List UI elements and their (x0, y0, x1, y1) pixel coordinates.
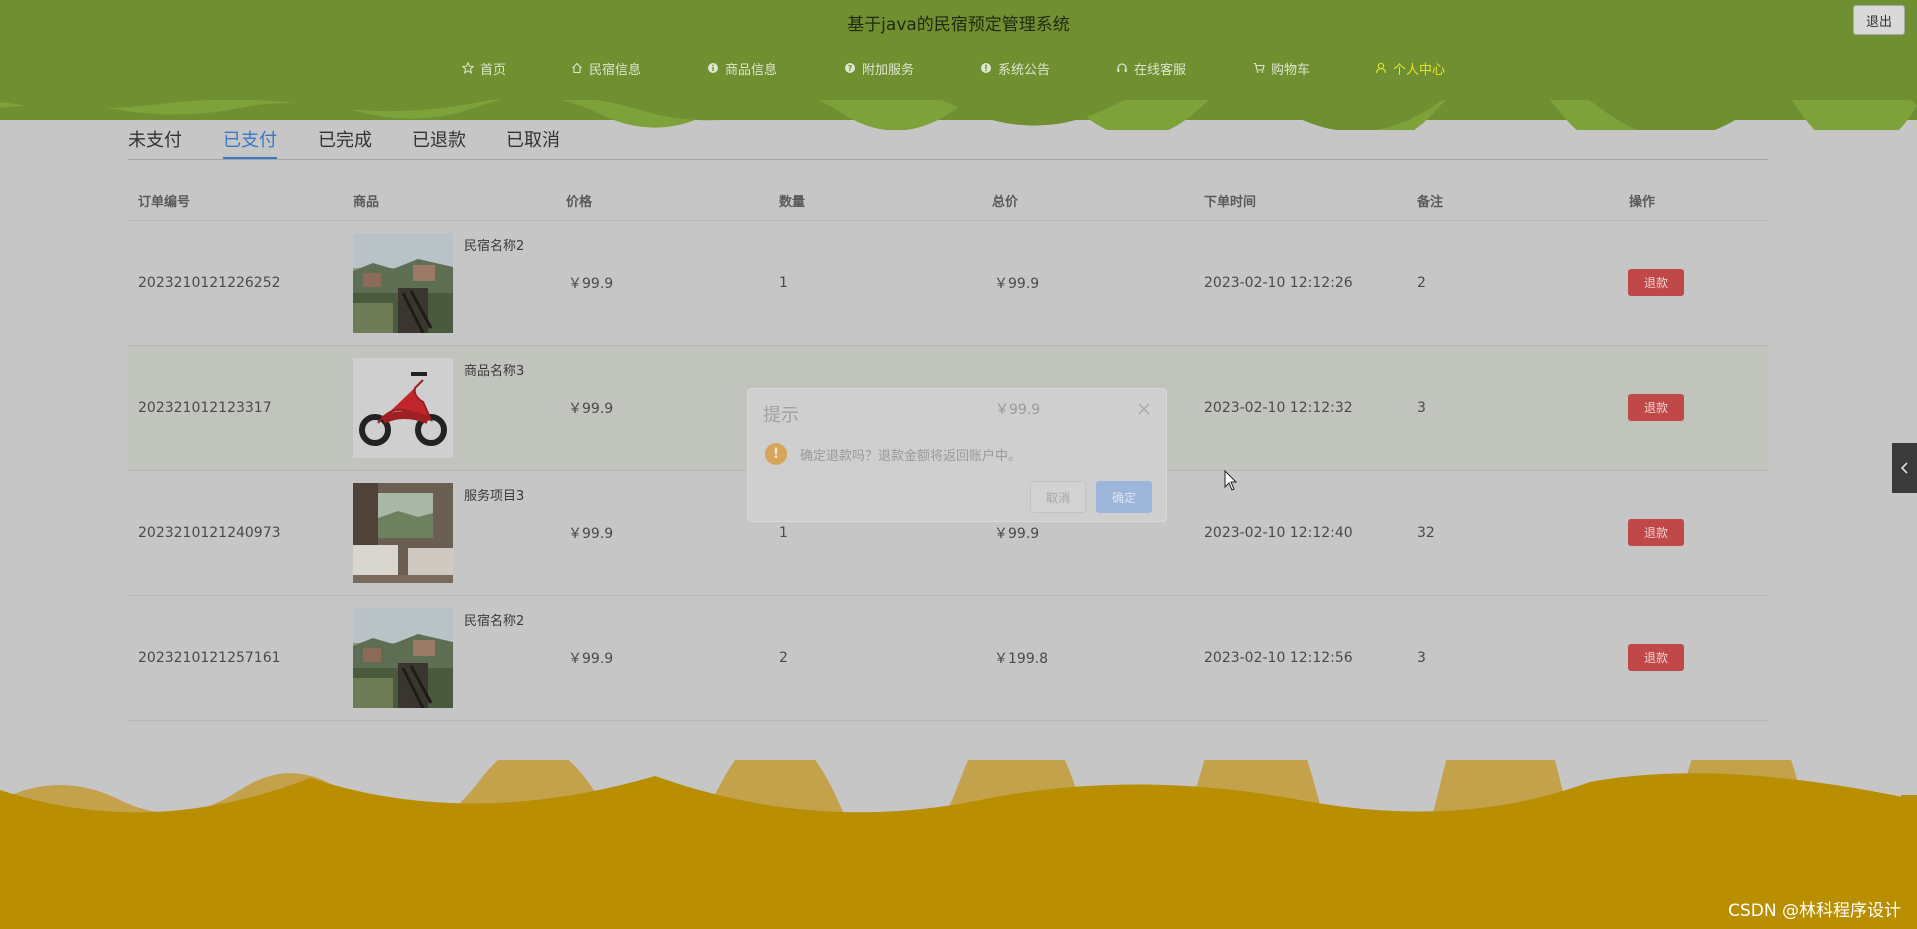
note: 2 (1417, 275, 1426, 291)
user-icon (1375, 62, 1387, 74)
note: 32 (1417, 525, 1435, 541)
confirm-button[interactable]: 确定 (1096, 481, 1152, 513)
main-nav: 首页 民宿信息 商品信息 ? 附加服务 系统公告 在线客服 购物车 个人中心 (0, 58, 1917, 78)
home-icon (572, 62, 582, 74)
nav-item-home[interactable]: 首页 (462, 58, 506, 78)
refund-button[interactable]: 退款 (1628, 269, 1684, 296)
order-no: 202321012123317 (138, 400, 272, 416)
refund-button[interactable]: 退款 (1628, 644, 1684, 671)
dialog-message: 确定退款吗？退款金额将返回账户中。 (800, 449, 1022, 464)
nav-label: 在线客服 (1134, 62, 1187, 78)
refund-button[interactable]: 退款 (1628, 519, 1684, 546)
side-panel-toggle[interactable] (1892, 443, 1917, 493)
col-product: 商品 (353, 194, 380, 210)
product-image (353, 608, 453, 708)
svg-text:?: ? (848, 64, 853, 73)
row-total-peek: ￥99.9 (995, 402, 1041, 418)
col-total: 总价 (992, 194, 1019, 210)
table-row: 2023210121226252 民宿名称2 ￥99.9 1 ￥99.9 202… (128, 221, 1768, 346)
col-note: 备注 (1417, 194, 1444, 210)
note: 3 (1417, 400, 1426, 416)
order-time: 2023-02-10 12:12:32 (1204, 400, 1353, 416)
order-status-tabs: 未支付 已支付 已完成 已退款 已取消 (128, 126, 1768, 160)
product-name: 民宿名称2 (464, 614, 525, 629)
product-image (353, 483, 453, 583)
col-order-no: 订单编号 (138, 194, 191, 210)
product-name: 商品名称3 (464, 364, 525, 379)
logout-button[interactable]: 退出 (1853, 5, 1905, 35)
order-no: 2023210121257161 (138, 650, 281, 666)
cart-icon (1253, 62, 1265, 73)
nav-item-support[interactable]: 在线客服 (1116, 58, 1186, 78)
total-price: ￥99.9 (994, 276, 1040, 292)
col-action: 操作 (1629, 194, 1656, 210)
tab-completed[interactable]: 已完成 (318, 126, 372, 158)
info-circle-icon (981, 63, 991, 73)
col-qty: 数量 (779, 194, 806, 210)
nav-item-profile[interactable]: 个人中心 (1375, 58, 1445, 78)
headset-icon (1117, 63, 1127, 72)
price: ￥99.9 (568, 276, 614, 292)
mouse-cursor-icon (1224, 470, 1238, 491)
total-price: ￥199.8 (994, 651, 1049, 667)
order-time: 2023-02-10 12:12:26 (1204, 275, 1353, 291)
warning-icon: ! (765, 443, 787, 465)
close-icon[interactable] (1136, 401, 1152, 417)
nav-item-homestay[interactable]: 民宿信息 (571, 58, 641, 78)
price: ￥99.9 (568, 526, 614, 542)
cancel-button[interactable]: 取消 (1030, 481, 1086, 513)
dialog-title: 提示 (763, 405, 799, 426)
price: ￥99.9 (568, 651, 614, 667)
nav-item-services[interactable]: ? 附加服务 (844, 58, 914, 78)
quantity: 2 (779, 650, 788, 666)
refund-button[interactable]: 退款 (1628, 394, 1684, 421)
quantity: 1 (779, 275, 788, 291)
nav-item-products[interactable]: 商品信息 (707, 58, 777, 78)
nav-label: 民宿信息 (589, 62, 642, 78)
price: ￥99.9 (568, 401, 614, 417)
watermark: CSDN @林科程序设计 (1728, 901, 1901, 921)
right-edge-strip (1901, 795, 1917, 929)
order-no: 2023210121240973 (138, 525, 281, 541)
table-header: 订单编号 商品 价格 数量 总价 下单时间 备注 操作 (128, 180, 1768, 221)
question-circle-icon: ? (845, 63, 855, 73)
nav-label: 商品信息 (725, 62, 778, 78)
nav-label: 个人中心 (1393, 62, 1446, 78)
info-circle-icon (708, 63, 718, 73)
tab-unpaid[interactable]: 未支付 (128, 126, 182, 158)
refund-confirm-dialog: 提示 ￥99.9 ! 确定退款吗？退款金额将返回账户中。 取消 确定 (747, 388, 1167, 522)
chevron-left-icon (1900, 462, 1908, 474)
nav-label: 购物车 (1271, 62, 1311, 78)
product-name: 民宿名称2 (464, 239, 525, 254)
tab-cancelled[interactable]: 已取消 (506, 126, 560, 158)
footer-wave-decoration (0, 760, 1917, 929)
nav-label: 首页 (480, 62, 507, 78)
col-time: 下单时间 (1204, 194, 1257, 210)
note: 3 (1417, 650, 1426, 666)
nav-item-notices[interactable]: 系统公告 (980, 58, 1050, 78)
order-time: 2023-02-10 12:12:56 (1204, 650, 1353, 666)
tab-paid[interactable]: 已支付 (223, 126, 277, 159)
tab-refunded[interactable]: 已退款 (412, 126, 466, 158)
order-no: 2023210121226252 (138, 275, 281, 291)
star-icon (462, 62, 474, 74)
nav-label: 系统公告 (998, 62, 1051, 78)
table-row: 2023210121257161 民宿名称2 ￥99.9 2 ￥199.8 20… (128, 596, 1768, 721)
site-title: 基于java的民宿预定管理系统 (847, 15, 1070, 35)
nav-label: 附加服务 (862, 62, 915, 78)
product-image (353, 233, 453, 333)
product-name: 服务项目3 (464, 489, 525, 504)
col-price: 价格 (566, 194, 593, 210)
nav-item-cart[interactable]: 购物车 (1253, 58, 1310, 78)
product-image (353, 358, 453, 458)
